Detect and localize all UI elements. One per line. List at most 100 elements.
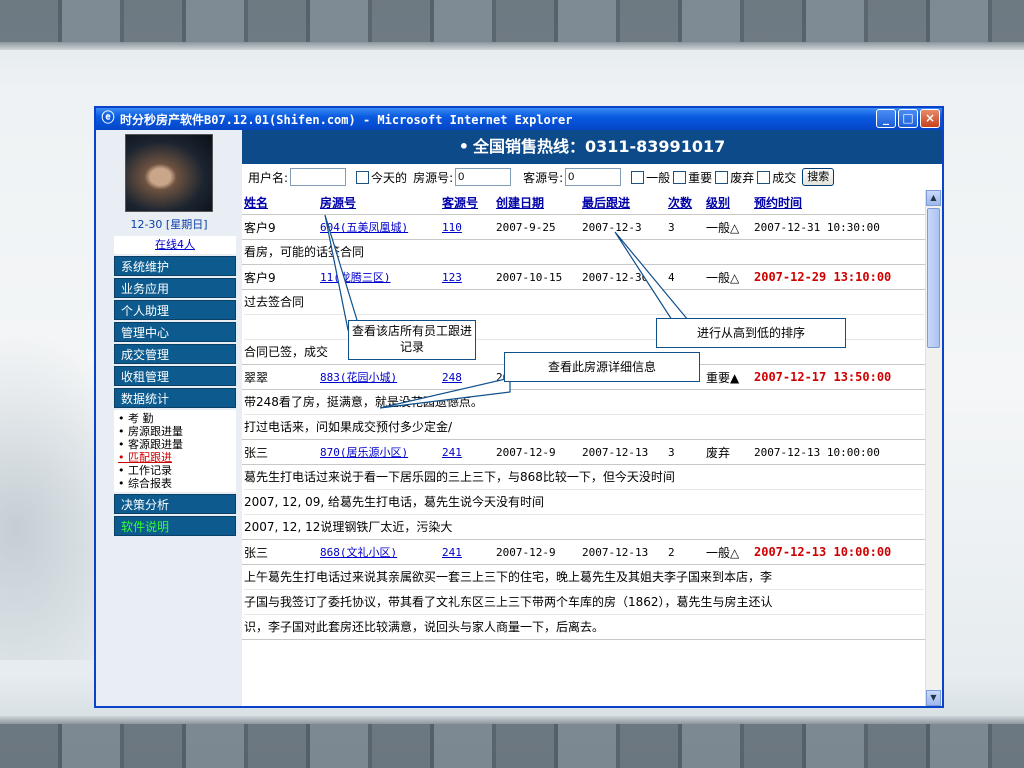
cell-house: 868(文礼小区) [318, 539, 440, 565]
menu-deal-management[interactable]: 成交管理 [114, 344, 236, 364]
menu-statistics[interactable]: 数据统计 [114, 388, 236, 408]
note-row: 看房，可能的话签合同 [242, 239, 926, 265]
cell-last: 2007-12-13 [580, 539, 666, 565]
submenu-reports[interactable]: • 综合报表 [118, 477, 236, 490]
menu-decision-analysis[interactable]: 决策分析 [114, 494, 236, 514]
menu-rent-management[interactable]: 收租管理 [114, 366, 236, 386]
col-name[interactable]: 姓名 [242, 190, 318, 215]
house-no-input[interactable] [455, 168, 512, 186]
cell-appt: 2007-12-13 10:00:00 [752, 439, 926, 465]
submenu-attendance[interactable]: • 考 勤 [118, 412, 236, 425]
note-line: 打过电话来，问如果成交预付多少定金/ [244, 420, 453, 434]
client-link[interactable]: 241 [442, 546, 462, 559]
house-link[interactable]: 868(文礼小区) [320, 546, 397, 559]
house-link[interactable]: 883(花园小城) [320, 371, 397, 384]
col-created[interactable]: 创建日期 [494, 190, 580, 215]
client-link[interactable]: 110 [442, 221, 462, 234]
cell-client: 110 [440, 214, 494, 240]
client-link[interactable]: 123 [442, 271, 462, 284]
client-no-input[interactable] [565, 168, 622, 186]
level-important-checkbox[interactable] [673, 170, 687, 184]
col-level[interactable]: 级别 [704, 190, 752, 215]
maximize-button[interactable]: □ [898, 109, 918, 128]
submenu-client-followups[interactable]: • 客源跟进量 [118, 438, 236, 451]
window-titlebar[interactable]: ⓔ 时分秒房产软件B07.12.01(Shifen.com) - Microso… [96, 108, 942, 130]
window-controls: _ □ × [876, 109, 940, 128]
callout-all-staff: 查看该店所有员工跟进记录 [348, 320, 476, 360]
scroll-down-icon[interactable]: ▼ [926, 690, 941, 706]
menu-business-apps[interactable]: 业务应用 [114, 278, 236, 298]
house-link[interactable]: 870(居乐源小区) [320, 446, 408, 459]
cell-text: 客户9 [244, 270, 276, 285]
callout-sort: 进行从高到低的排序 [656, 318, 846, 348]
house-link[interactable]: 11(龙腾三区) [320, 271, 391, 284]
cell-text: 2007-12-13 [582, 545, 649, 559]
cell-text: 张三 [244, 445, 269, 460]
note-line: 识，李子国对此套房还比较满意，说回头与家人商量一下，后离去。 [244, 620, 605, 634]
cell-client: 123 [440, 264, 494, 290]
cell-level: 一般△ [704, 214, 752, 240]
cell-text: 3 [668, 220, 675, 234]
note-cell: 看房，可能的话签合同 [242, 239, 926, 265]
table-header-row: 姓名 房源号 客源号 创建日期 最后跟进 次数 级别 预约时间 [242, 190, 926, 215]
ie-logo-icon: ⓔ [101, 111, 115, 126]
cell-text: 一般△ [706, 545, 740, 560]
scroll-thumb[interactable] [927, 208, 940, 348]
cell-text: 2007-12-29 13:10:00 [754, 270, 892, 284]
cell-created: 2007-10-15 [494, 264, 580, 290]
minimize-button[interactable]: _ [876, 109, 896, 128]
menu-personal-assistant[interactable]: 个人助理 [114, 300, 236, 320]
level-discard-checkbox[interactable] [715, 170, 729, 184]
note-row: 上午葛先生打电话过来说其亲属欲买一套三上三下的住宅，晚上葛先生及其姐夫李子国来到… [242, 564, 926, 640]
cell-count: 3 [666, 439, 704, 465]
user-input[interactable] [290, 168, 347, 186]
table-row: 客户9 604(五美凤凰城) 110 2007-9-25 2007-12-3 3 一般△ 20… [242, 214, 926, 240]
col-appointment[interactable]: 预约时间 [752, 190, 926, 215]
menu-system-maintenance[interactable]: 系统维护 [114, 256, 236, 276]
table-row: 张三 868(文礼小区) 241 2007-12-9 2007-12-13 2 一般△ 200… [242, 539, 926, 565]
cell-appt: 2007-12-17 13:50:00 [752, 364, 926, 390]
cell-level: 一般△ [704, 264, 752, 290]
submenu-work-log[interactable]: • 工作记录 [118, 464, 236, 477]
followup-table-container: 姓名 房源号 客源号 创建日期 最后跟进 次数 级别 预约时间 客户9 604(五… [242, 190, 926, 706]
col-last-followup[interactable]: 最后跟进 [580, 190, 666, 215]
cell-text: 重要▲ [706, 370, 740, 385]
note-line: 看房，可能的话签合同 [244, 245, 365, 259]
cell-text: 客户9 [244, 220, 276, 235]
window-title: 时分秒房产软件B07.12.01(Shifen.com) - Microsoft… [120, 112, 573, 127]
cell-text: 一般△ [706, 270, 740, 285]
submenu-match-followups[interactable]: • 匹配跟进 [118, 451, 236, 464]
note-cell: 上午葛先生打电话过来说其亲属欲买一套三上三下的住宅，晚上葛先生及其姐夫李子国来到… [242, 564, 926, 640]
menu-management-center[interactable]: 管理中心 [114, 322, 236, 342]
cell-last: 2007-12-13 [580, 439, 666, 465]
submenu-house-followups[interactable]: • 房源跟进量 [118, 425, 236, 438]
cell-count: 2 [666, 539, 704, 565]
cell-text: 2007-12-13 [582, 445, 649, 459]
ie-window: ⓔ 时分秒房产软件B07.12.01(Shifen.com) - Microso… [94, 106, 944, 708]
client-link[interactable]: 241 [442, 446, 462, 459]
house-no-label: 房源号: [413, 170, 454, 185]
house-link[interactable]: 604(五美凤凰城) [320, 221, 408, 234]
level-normal-checkbox[interactable] [631, 170, 645, 184]
cell-house: 11(龙腾三区) [318, 264, 440, 290]
cell-name: 张三 [242, 439, 318, 465]
close-button[interactable]: × [920, 109, 940, 128]
col-house[interactable]: 房源号 [318, 190, 440, 215]
note-line: 葛先生打电话过来说于看一下居乐园的三上三下，与868比较一下，但今天没时间 [244, 465, 924, 490]
cell-created: 2007-9-25 [494, 214, 580, 240]
background-top-band [0, 42, 1024, 50]
today-checkbox[interactable] [356, 170, 370, 184]
col-client[interactable]: 客源号 [440, 190, 494, 215]
online-users-link[interactable]: 在线4人 [114, 236, 236, 254]
cell-text: 张三 [244, 545, 269, 560]
cell-text: 2007-12-9 [496, 545, 556, 559]
client-link[interactable]: 248 [442, 371, 462, 384]
menu-software-help[interactable]: 软件说明 [114, 516, 236, 536]
level-deal-checkbox[interactable] [757, 170, 771, 184]
cell-client: 248 [440, 364, 494, 390]
search-button[interactable]: 搜索 [802, 168, 835, 186]
scroll-up-icon[interactable]: ▲ [926, 190, 941, 206]
cell-text: 2007-12-13 10:00:00 [754, 445, 880, 459]
vertical-scrollbar[interactable]: ▲ ▼ [925, 190, 942, 706]
col-count[interactable]: 次数 [666, 190, 704, 215]
